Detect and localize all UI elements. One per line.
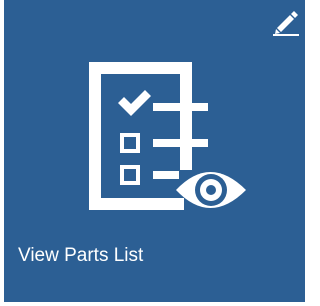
- tile-label: View Parts List: [18, 245, 144, 266]
- view-parts-list-tile[interactable]: View Parts List: [4, 0, 305, 302]
- edit-tile-button[interactable]: [271, 6, 301, 36]
- pencil-icon: [271, 6, 301, 36]
- checklist-with-eye-icon: [88, 62, 258, 230]
